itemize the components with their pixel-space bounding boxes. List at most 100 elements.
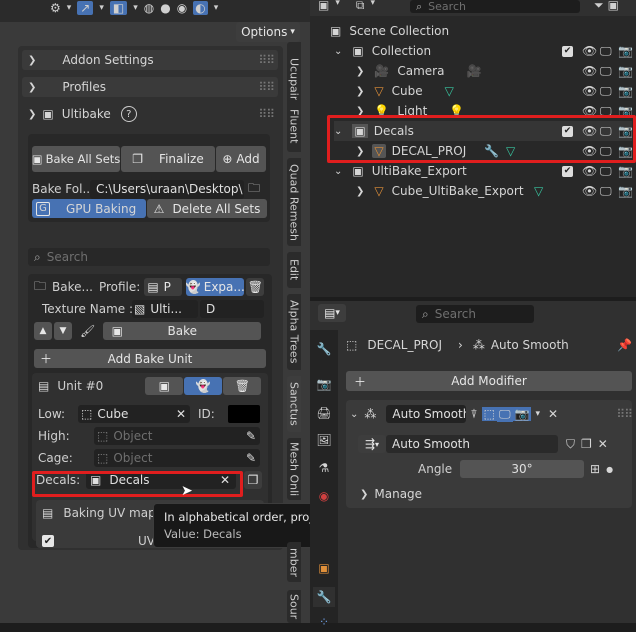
add-modifier-button[interactable]: ＋ Add Modifier xyxy=(346,371,632,391)
manage-subpanel-header[interactable]: ❯ Manage xyxy=(360,484,620,504)
expand-button[interactable]: 👻 Expa... xyxy=(186,278,245,296)
outliner-row-collection[interactable]: ⌄ ▣ Collection ✔ 👁 🖵 📷 xyxy=(334,41,633,61)
checkbox-icon[interactable]: ✔ xyxy=(562,165,573,177)
chevron-down-icon[interactable]: ⌄ xyxy=(334,166,342,177)
high-object-input[interactable]: ⬚ Object ✎ xyxy=(94,427,260,445)
tab-sour[interactable]: Sour xyxy=(287,590,301,623)
eyedropper-icon[interactable]: ✎ xyxy=(246,429,256,443)
eye-icon[interactable]: 👁 xyxy=(582,104,597,115)
camera-icon[interactable]: 📷 xyxy=(618,44,633,58)
gizmo-icon[interactable]: ↗ xyxy=(77,1,94,15)
nodegroup-name-input[interactable]: Auto Smooth xyxy=(386,435,558,453)
scene-icon[interactable]: ⚗ xyxy=(313,458,335,478)
help-icon[interactable]: ? xyxy=(120,106,137,122)
monitor-icon[interactable]: 🖵 xyxy=(600,184,612,199)
shading-solid-icon[interactable]: ● xyxy=(160,1,170,15)
outliner-filter-icons[interactable]: ⏷ ▣ xyxy=(594,0,619,13)
texture-prefix-input[interactable]: ▧ Ulti... xyxy=(132,300,198,318)
camera-icon[interactable]: 📷 xyxy=(618,164,633,178)
edit-mode-toggle-icon[interactable]: ⍒ xyxy=(470,407,477,422)
outliner-row-light[interactable]: ❯ 💡 Light 💡 👁 🖵 📷 xyxy=(356,101,632,116)
delete-all-sets-button[interactable]: ⚠ Delete All Sets xyxy=(147,199,267,218)
chevron-down-icon[interactable]: ⌄ xyxy=(334,46,342,57)
tab-edit[interactable]: Edit xyxy=(287,252,301,288)
drag-handle-icon[interactable]: ⠿⠿ xyxy=(258,80,275,94)
search-input[interactable]: ⌕ Search xyxy=(28,248,270,266)
modifier-tab-icon[interactable]: 🔧 xyxy=(313,587,335,607)
chevron-down-icon[interactable]: ▾ xyxy=(99,3,104,13)
monitor-icon[interactable]: 🖵 xyxy=(600,84,612,99)
monitor-icon[interactable]: 🖵 xyxy=(600,44,612,59)
shield-icon[interactable]: ⛉ xyxy=(566,437,575,452)
shading-rendered-icon[interactable]: ◐ xyxy=(193,1,208,15)
folder-icon[interactable]: 🗀 xyxy=(248,179,260,200)
eye-icon[interactable]: 👁 xyxy=(582,44,597,58)
camera-icon[interactable]: 📷 xyxy=(618,84,633,98)
input-socket-icon[interactable]: ⊞ xyxy=(590,462,600,476)
tab-quad-remesh[interactable]: Quad Remesh xyxy=(287,158,301,246)
unit-ghost-button[interactable]: 👻 xyxy=(184,377,223,395)
tab-mesh-online[interactable]: Mesh Onli xyxy=(287,438,301,500)
modifier-name-input[interactable]: Auto Smooth xyxy=(386,405,467,423)
shading-wire-icon[interactable]: ◍ xyxy=(144,1,154,15)
outliner-row-cube-ultibake-export[interactable]: ❯ ▽ Cube_UltiBake_Export ▽ 👁 🖵 📷 xyxy=(356,181,633,201)
delete-set-button[interactable]: 🗑 xyxy=(246,278,265,296)
angle-input[interactable]: 30° xyxy=(460,460,584,478)
output-icon[interactable]: 🖨 xyxy=(313,403,335,423)
nodegroup-browse-button[interactable]: ⇶ ▾ xyxy=(358,435,386,453)
close-icon[interactable]: ✕ xyxy=(176,407,186,421)
viewport-toggle-icon[interactable]: 🖵 xyxy=(496,406,513,422)
outliner-row-camera[interactable]: ❯ 🎥 Camera 🎥 👁 🖵 📷 xyxy=(356,61,633,81)
pin-icon[interactable]: 📌 xyxy=(617,338,632,352)
chevron-right-icon[interactable]: ❯ xyxy=(356,186,364,197)
chevron-right-icon[interactable]: ❯ xyxy=(356,66,364,77)
outliner-row-scene-collection[interactable]: ▣ Scene Collection xyxy=(330,21,630,41)
render-toggle-icon[interactable]: 📷 xyxy=(512,407,532,421)
eye-icon[interactable]: 👁 xyxy=(582,184,597,198)
finalize-button[interactable]: ❐ Finalize xyxy=(121,146,215,172)
chevron-right-icon[interactable]: ❯ xyxy=(356,106,364,116)
close-icon[interactable]: ✕ xyxy=(598,437,608,451)
add-set-button[interactable]: ⊕ Add xyxy=(216,146,266,172)
camera-icon[interactable]: 📷 xyxy=(618,104,632,115)
bake-button[interactable]: ▣ Bake xyxy=(103,322,262,340)
funnel-icon[interactable]: ⏷ xyxy=(594,0,604,13)
on-cage-toggle-icon[interactable]: ⬚ xyxy=(481,407,497,421)
drag-handle-icon[interactable]: ⠿⠿ xyxy=(258,107,275,121)
unit-delete-button[interactable]: 🗑 xyxy=(223,377,262,395)
object-tab-icon[interactable]: ▣ xyxy=(313,558,335,578)
editor-type-dropdown[interactable]: ▤ ▾ xyxy=(318,304,346,322)
panel-header-profiles[interactable]: ❯ Profiles ⠿⠿ xyxy=(22,77,278,97)
chevron-down-icon[interactable]: ▾ xyxy=(67,3,72,13)
bake-all-sets-button[interactable]: ▣ Bake All Sets xyxy=(32,146,120,172)
render-icon[interactable]: 📷 xyxy=(313,374,335,394)
tab-alpha-trees[interactable]: Alpha Trees xyxy=(287,294,301,370)
camera-icon[interactable]: 📷 xyxy=(618,64,633,78)
outliner-search-input[interactable]: ⌕ Search xyxy=(410,0,580,13)
view-layer-icon[interactable]: 🖼 xyxy=(313,430,335,450)
outliner-row-cube[interactable]: ❯ ▽ Cube ▽ 👁 🖵 📷 xyxy=(356,81,633,101)
drag-handle-icon[interactable]: ⠿⠿ xyxy=(258,53,275,67)
close-icon[interactable]: ✕ xyxy=(548,407,558,421)
panel-header-addon-settings[interactable]: ❯ Addon Settings ⠿⠿ xyxy=(22,50,278,70)
profile-dropdown[interactable]: ▤ P xyxy=(144,278,183,296)
outliner-row-ultibake-export[interactable]: ⌄ ▣ UltiBake_Export ✔ 👁 🖵 📷 xyxy=(334,161,633,181)
eye-icon[interactable]: 👁 xyxy=(582,64,597,78)
monitor-icon[interactable]: 🖵 xyxy=(600,164,612,179)
brush-icon[interactable]: 🖌 xyxy=(80,324,95,338)
eyedropper-icon[interactable]: ✎ xyxy=(246,451,256,465)
xray-icon[interactable]: ◧ xyxy=(109,1,128,15)
move-up-button[interactable]: ▲ xyxy=(34,322,52,340)
chevron-right-icon[interactable]: ❯ xyxy=(356,86,364,97)
monitor-icon[interactable]: 🖵 xyxy=(600,64,612,79)
gpu-baking-toggle[interactable]: G GPU Baking xyxy=(32,199,146,218)
panel-header-ultibake[interactable]: ❯ ▣ Ultibake ? ⠿⠿ xyxy=(22,104,278,124)
tool-icon[interactable]: 🔧 xyxy=(313,339,335,359)
eye-icon[interactable]: 👁 xyxy=(582,164,597,178)
cage-object-input[interactable]: ⬚ Object ✎ xyxy=(94,449,260,467)
monitor-icon[interactable]: 🖵 xyxy=(600,104,612,116)
particles-tab-icon[interactable]: ⁘ xyxy=(313,612,335,632)
chevron-down-icon[interactable]: ▾ xyxy=(335,0,340,13)
tab-mber[interactable]: mber xyxy=(287,542,301,582)
unit-toggle-button[interactable]: ▣ xyxy=(145,377,184,395)
